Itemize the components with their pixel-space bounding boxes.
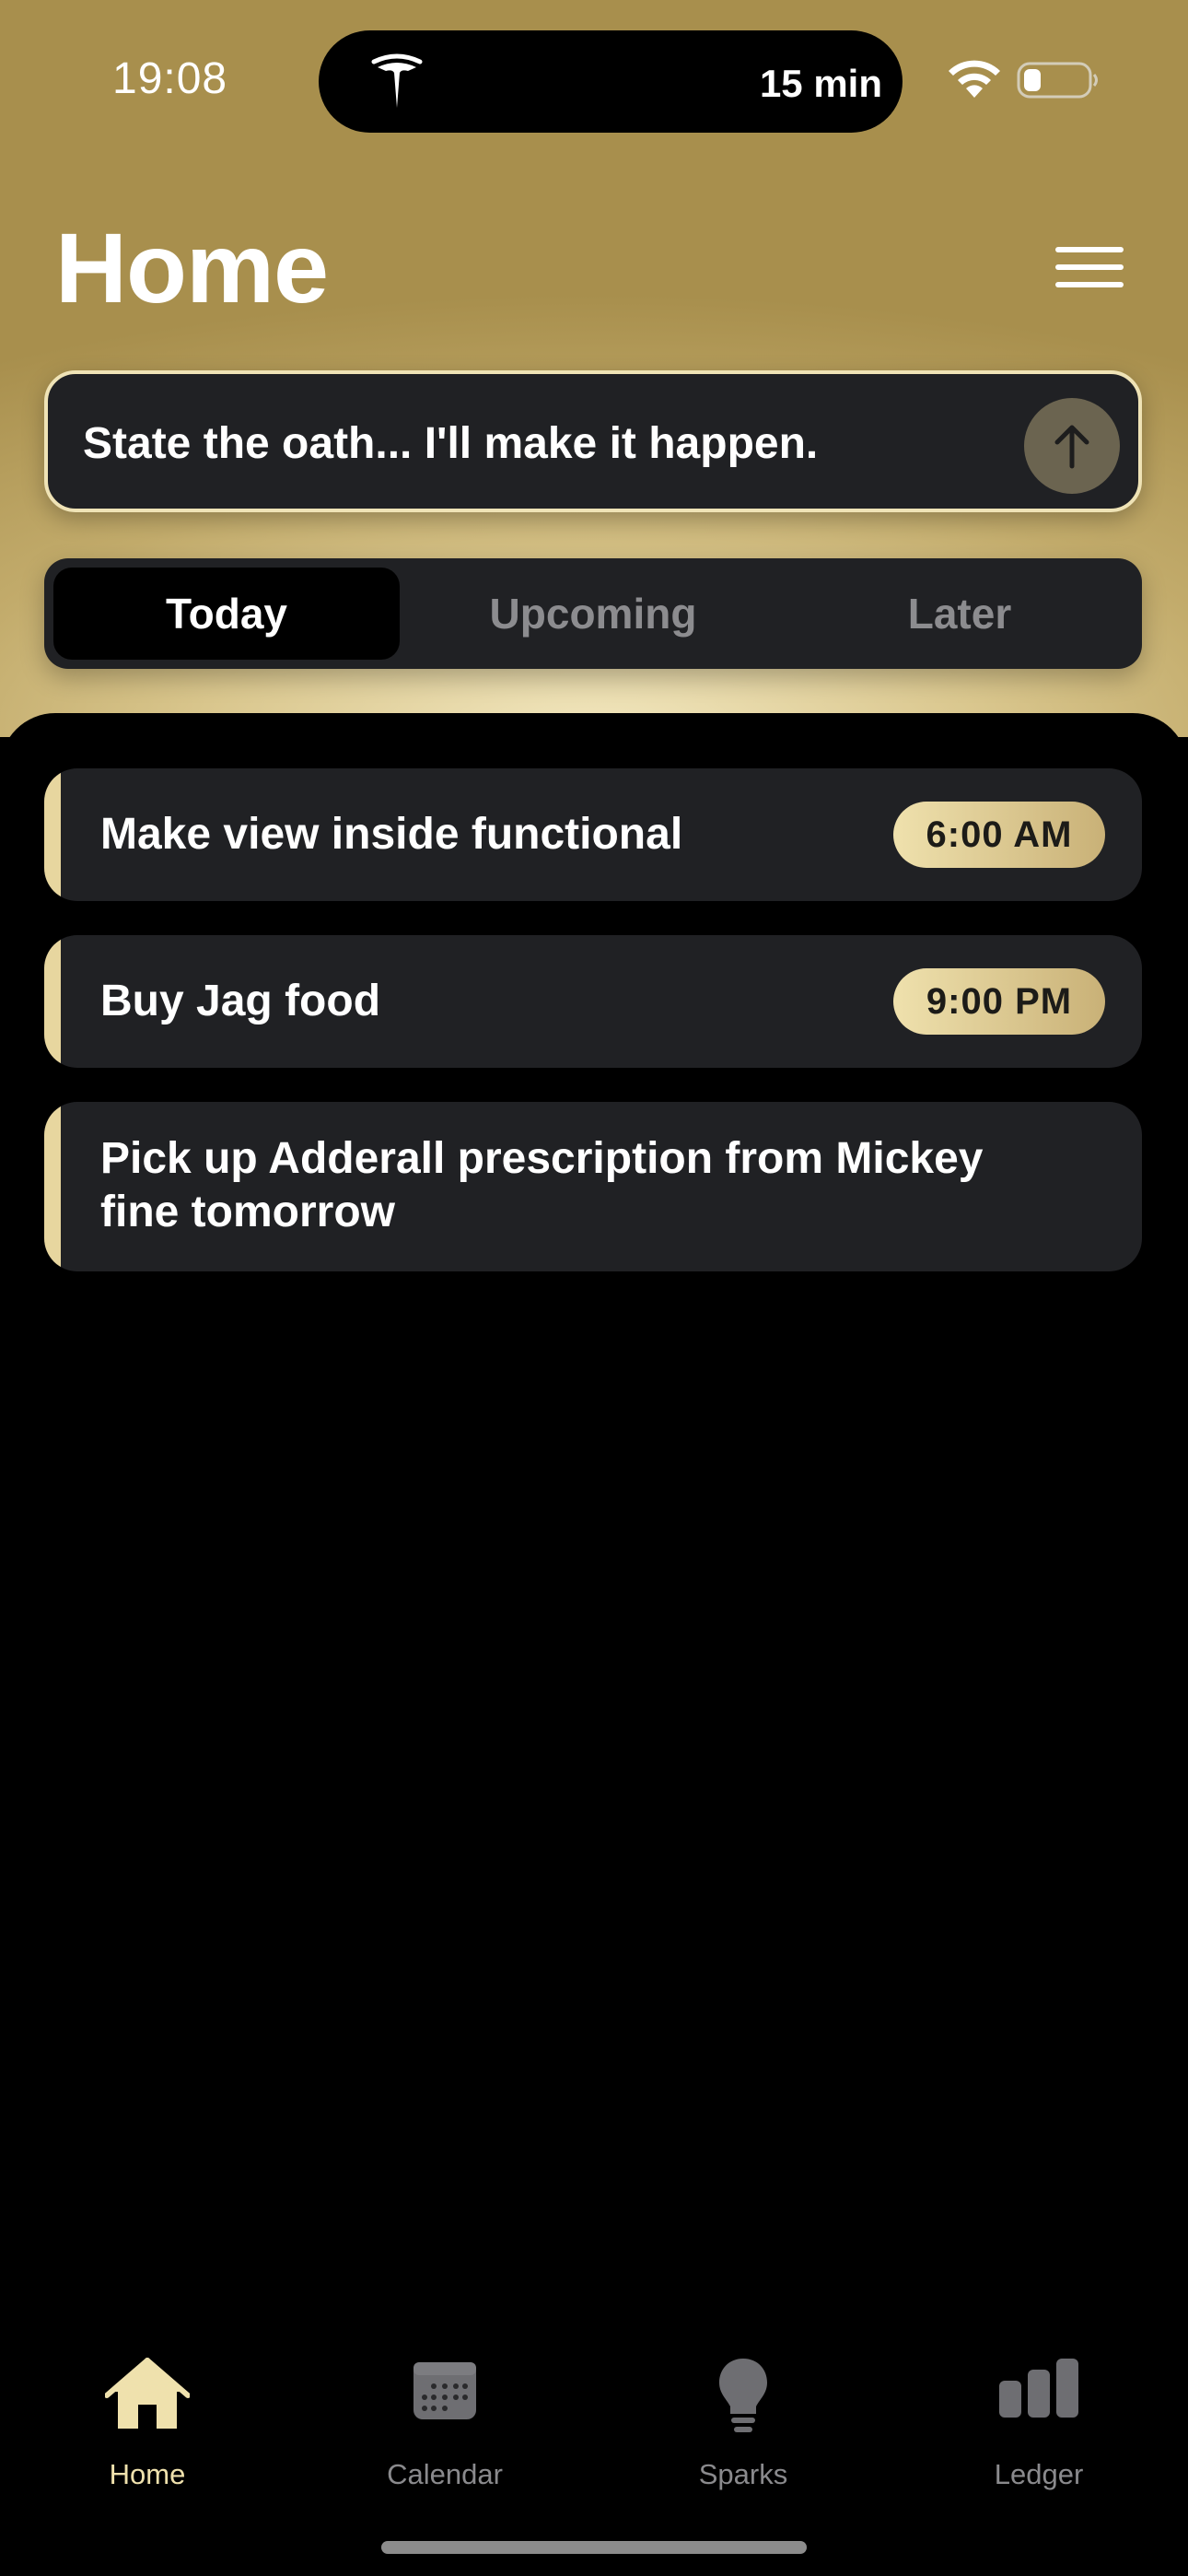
- task-composer: [44, 370, 1142, 512]
- status-bar: 19:08 15 min: [0, 0, 1188, 166]
- schedule-segmented-control: Today Upcoming Later: [44, 558, 1142, 669]
- house-icon: [105, 2358, 190, 2429]
- menu-line: [1055, 282, 1124, 287]
- tabbar-label: Ledger: [994, 2458, 1084, 2490]
- tabbar-item-ledger[interactable]: Ledger: [938, 2357, 1140, 2504]
- task-title: Make view inside functional: [100, 810, 683, 859]
- task-time-badge: 6:00 AM: [893, 802, 1105, 868]
- tabbar-label: Calendar: [387, 2458, 503, 2490]
- task-item[interactable]: Buy Jag food 9:00 PM: [44, 935, 1142, 1068]
- oath-input[interactable]: [83, 411, 1004, 475]
- tabbar-item-calendar[interactable]: Calendar: [344, 2357, 546, 2504]
- wifi-icon: [949, 60, 1000, 98]
- calendar-icon: [413, 2362, 476, 2419]
- tesla-logo-icon: [371, 53, 423, 108]
- island-timer-text: 15 min: [759, 62, 882, 105]
- menu-line: [1055, 264, 1124, 270]
- lightbulb-icon: [719, 2359, 767, 2432]
- tabbar-item-home[interactable]: Home: [46, 2357, 249, 2504]
- tabbar-label: Sparks: [698, 2458, 788, 2490]
- task-title: Pick up Adderall prescription from Micke…: [100, 1132, 983, 1239]
- task-item[interactable]: Make view inside functional 6:00 AM: [44, 768, 1142, 901]
- hamburger-menu-icon: [1055, 247, 1124, 252]
- bar-chart-icon: [999, 2359, 1078, 2418]
- battery-icon: [1017, 62, 1098, 99]
- arrow-up-icon: [1054, 425, 1089, 469]
- tab-today[interactable]: Today: [53, 568, 400, 660]
- task-title: Buy Jag food: [100, 977, 381, 1025]
- page-title: Home: [55, 212, 329, 323]
- dynamic-island[interactable]: 15 min: [319, 30, 903, 133]
- menu-button[interactable]: [1055, 247, 1125, 287]
- task-accent-bar: [44, 768, 61, 901]
- tabbar-label: Home: [109, 2458, 186, 2490]
- status-time: 19:08: [112, 54, 228, 103]
- tabbar-item-sparks[interactable]: Sparks: [642, 2357, 844, 2504]
- home-indicator[interactable]: [381, 2541, 807, 2554]
- task-accent-bar: [44, 1102, 61, 1271]
- tab-later[interactable]: Later: [786, 568, 1133, 660]
- task-time-badge: 9:00 PM: [893, 968, 1105, 1035]
- task-title-line: Pick up Adderall prescription from Micke…: [100, 1134, 984, 1183]
- tab-upcoming[interactable]: Upcoming: [420, 568, 766, 660]
- task-item[interactable]: Pick up Adderall prescription from Micke…: [44, 1102, 1142, 1271]
- task-accent-bar: [44, 935, 61, 1068]
- task-title-line: fine tomorrow: [100, 1188, 395, 1236]
- send-button[interactable]: [1024, 398, 1120, 494]
